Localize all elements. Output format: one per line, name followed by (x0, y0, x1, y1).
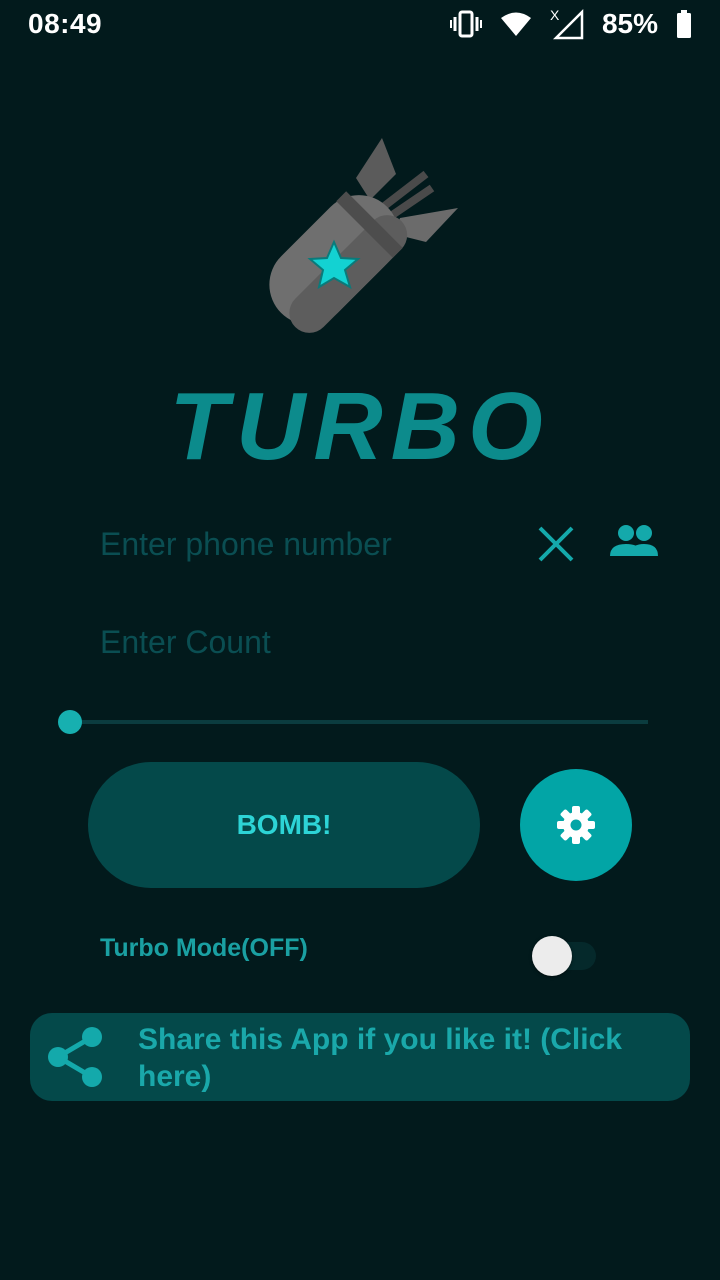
close-icon[interactable] (536, 524, 576, 564)
turbo-mode-switch-thumb[interactable] (532, 936, 572, 976)
phone-number-input[interactable] (100, 526, 520, 563)
vibrate-icon (449, 10, 482, 38)
bomb-button[interactable]: BOMB! (88, 762, 480, 888)
app-title: TURBO (169, 373, 551, 480)
count-row (100, 624, 520, 661)
no-signal-label: X (550, 8, 560, 23)
turbo-mode-label: Turbo Mode(OFF) (100, 934, 308, 962)
count-slider[interactable] (58, 710, 648, 734)
contacts-icon[interactable] (608, 520, 660, 566)
status-bar: 08:49 X 85% (0, 0, 720, 50)
battery-icon (677, 10, 691, 38)
battery-percentage: 85% (601, 8, 658, 39)
status-icons: X 85% (449, 6, 692, 42)
phone-number-row (100, 526, 520, 563)
share-app-label: Share this App if you like it! (Click he… (138, 1023, 622, 1093)
cellular-signal-icon: X (550, 8, 584, 40)
share-app-banner[interactable]: Share this App if you like it! (Click he… (30, 1013, 690, 1101)
bomb-logo-icon (269, 138, 458, 333)
settings-button[interactable] (520, 769, 632, 881)
gear-icon (557, 806, 595, 844)
status-time: 08:49 (28, 8, 103, 39)
count-input[interactable] (100, 624, 520, 661)
slider-thumb[interactable] (58, 710, 82, 734)
share-icon (48, 1027, 102, 1087)
wifi-icon (500, 12, 531, 36)
